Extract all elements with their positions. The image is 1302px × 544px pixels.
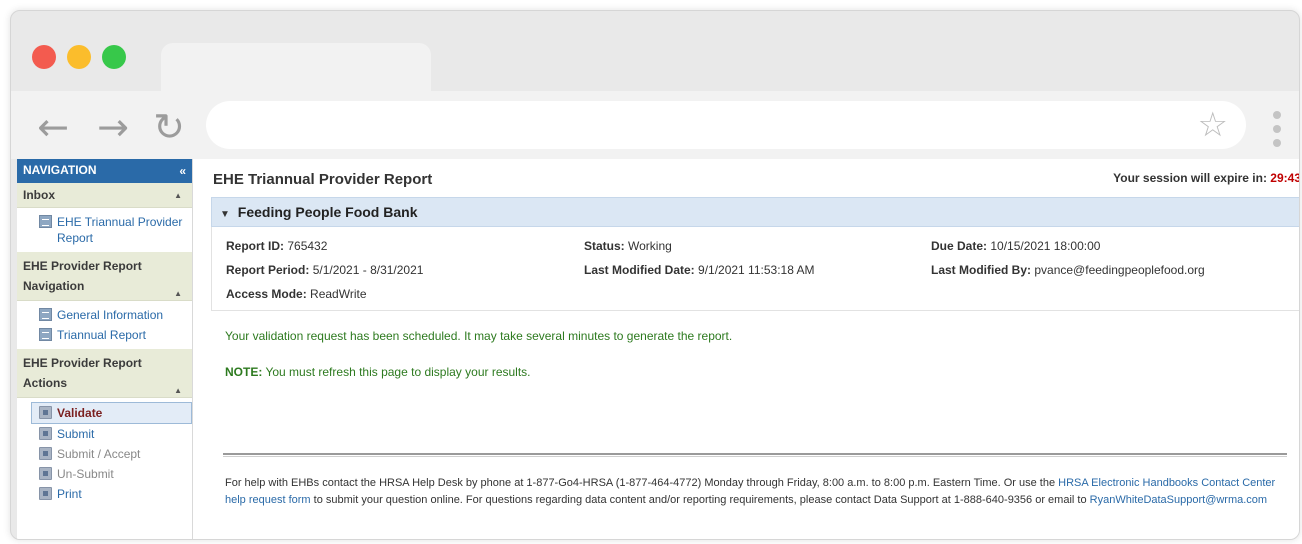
sidebar-item-print[interactable]: Print: [17, 484, 192, 504]
access-mode-label: Access Mode:: [226, 287, 307, 301]
forward-arrow-icon[interactable]: →: [93, 108, 133, 149]
sidebar-item-un-submit[interactable]: Un-Submit: [17, 464, 192, 484]
sidebar-actions-list: Validate Submit Submit / Accept Un-Submi…: [17, 398, 192, 508]
status-label: Status:: [584, 239, 625, 253]
browser-menu-icon[interactable]: [1273, 111, 1283, 153]
sidebar-item-label: EHE Triannual Provider Report: [57, 215, 183, 245]
due-date-value: 10/15/2021 18:00:00: [990, 239, 1101, 253]
sidebar-inbox-list: EHE Triannual Provider Report: [17, 208, 192, 252]
status-value: Working: [628, 239, 672, 253]
last-modified-by-label: Last Modified By:: [931, 263, 1032, 277]
caret-up-icon[interactable]: ▲: [174, 191, 182, 200]
collapse-sidebar-icon[interactable]: «: [179, 164, 186, 178]
validation-message: Your validation request has been schedul…: [225, 329, 733, 343]
last-modified-by-field: Last Modified By: pvance@feedingpeoplefo…: [931, 263, 1205, 277]
sidebar-item-label: Print: [57, 487, 82, 501]
last-modified-date-field: Last Modified Date: 9/1/2021 11:53:18 AM: [584, 263, 815, 277]
print-icon: [39, 487, 52, 500]
last-modified-date-label: Last Modified Date:: [584, 263, 695, 277]
sidebar-item-label: Un-Submit: [57, 467, 114, 481]
sidebar-section-inbox[interactable]: Inbox ▲: [17, 183, 192, 208]
help-footer: For help with EHBs contact the HRSA Help…: [225, 475, 1287, 509]
sidebar-section-navigation[interactable]: EHE Provider Report Navigation ▲: [17, 252, 192, 301]
sidebar-item-label: General Information: [57, 308, 164, 322]
sidebar-section-title: Inbox: [23, 188, 55, 202]
document-icon: [39, 308, 52, 321]
sidebar-item-label: Submit / Accept: [57, 447, 141, 461]
refresh-note: NOTE: You must refresh this page to disp…: [225, 365, 531, 379]
triangle-down-icon[interactable]: ▼: [220, 209, 230, 220]
session-label: Your session will expire in:: [1113, 171, 1267, 185]
report-period-label: Report Period:: [226, 263, 310, 277]
main-panel: EHE Triannual Provider Report Your sessi…: [203, 159, 1300, 539]
sidebar-item-submit-accept[interactable]: Submit / Accept: [17, 444, 192, 464]
bookmark-star-icon[interactable]: ☆: [1198, 105, 1228, 145]
sidebar-item-ehe-triannual-provider-report[interactable]: EHE Triannual Provider Report: [17, 212, 192, 248]
report-id-value: 765432: [287, 239, 328, 253]
footer-text-2: to submit your question online. For ques…: [310, 494, 1090, 506]
last-modified-date-value: 9/1/2021 11:53:18 AM: [698, 263, 815, 277]
footer-text-1: For help with EHBs contact the HRSA Help…: [225, 477, 1059, 489]
back-arrow-icon[interactable]: ←: [33, 108, 73, 149]
organization-header[interactable]: ▼ Feeding People Food Bank: [211, 197, 1299, 227]
sidebar-item-general-information[interactable]: General Information: [17, 305, 192, 325]
action-icon: [39, 467, 52, 480]
browser-tab[interactable]: [161, 43, 431, 91]
caret-up-icon[interactable]: ▲: [174, 284, 182, 304]
due-date-label: Due Date:: [931, 239, 988, 253]
sidebar: NAVIGATION « Inbox ▲ EHE Triannual Provi…: [17, 159, 193, 539]
action-icon: [39, 406, 52, 419]
sidebar-item-validate[interactable]: Validate: [31, 402, 192, 424]
sidebar-item-triannual-report[interactable]: Triannual Report: [17, 325, 192, 345]
note-label: NOTE:: [225, 365, 263, 379]
report-details: Report ID: 765432 Status: Working Due Da…: [211, 227, 1299, 311]
last-modified-by-value: pvance@feedingpeoplefood.org: [1034, 263, 1205, 277]
access-mode-field: Access Mode: ReadWrite: [226, 287, 367, 301]
document-icon: [39, 328, 52, 341]
minimize-window-button[interactable]: [67, 45, 91, 69]
session-timer: Your session will expire in: 29:43: [1113, 171, 1300, 185]
address-bar[interactable]: ☆: [206, 101, 1246, 149]
note-text: You must refresh this page to display yo…: [265, 365, 531, 379]
sidebar-item-submit[interactable]: Submit: [17, 424, 192, 444]
document-icon: [39, 215, 52, 228]
organization-name: Feeding People Food Bank: [237, 204, 418, 220]
access-mode-value: ReadWrite: [310, 287, 367, 301]
sidebar-item-label: Validate: [57, 406, 103, 420]
session-time: 29:43: [1270, 171, 1300, 185]
action-icon: [39, 447, 52, 460]
report-period-value: 5/1/2021 - 8/31/2021: [312, 263, 424, 277]
reload-icon[interactable]: ↻: [149, 108, 189, 149]
report-period-field: Report Period: 5/1/2021 - 8/31/2021: [226, 263, 423, 277]
report-id-field: Report ID: 765432: [226, 239, 327, 253]
sidebar-header-title: NAVIGATION: [23, 163, 97, 177]
sidebar-item-label: Submit: [57, 427, 95, 441]
due-date-field: Due Date: 10/15/2021 18:00:00: [931, 239, 1100, 253]
browser-toolbar: ← → ↻ ☆: [11, 91, 1299, 159]
maximize-window-button[interactable]: [102, 45, 126, 69]
browser-window: ← → ↻ ☆ NAVIGATION « Inbox ▲ EHE Triannu…: [10, 10, 1300, 540]
status-field: Status: Working: [584, 239, 672, 253]
close-window-button[interactable]: [32, 45, 56, 69]
caret-up-icon[interactable]: ▲: [174, 381, 182, 401]
divider: [223, 453, 1287, 457]
sidebar-section-actions[interactable]: EHE Provider Report Actions ▲: [17, 349, 192, 398]
sidebar-section-title: EHE Provider Report Navigation: [23, 259, 142, 293]
sidebar-item-label: Triannual Report: [57, 328, 146, 342]
data-support-email-link[interactable]: RyanWhiteDataSupport@wrma.com: [1090, 494, 1267, 506]
report-id-label: Report ID:: [226, 239, 284, 253]
page-title: EHE Triannual Provider Report: [213, 171, 433, 188]
sidebar-section-title: EHE Provider Report Actions: [23, 356, 142, 390]
page-content: NAVIGATION « Inbox ▲ EHE Triannual Provi…: [17, 159, 1300, 539]
action-icon: [39, 427, 52, 440]
sidebar-navigation-list: General Information Triannual Report: [17, 301, 192, 349]
sidebar-header: NAVIGATION «: [17, 159, 192, 183]
